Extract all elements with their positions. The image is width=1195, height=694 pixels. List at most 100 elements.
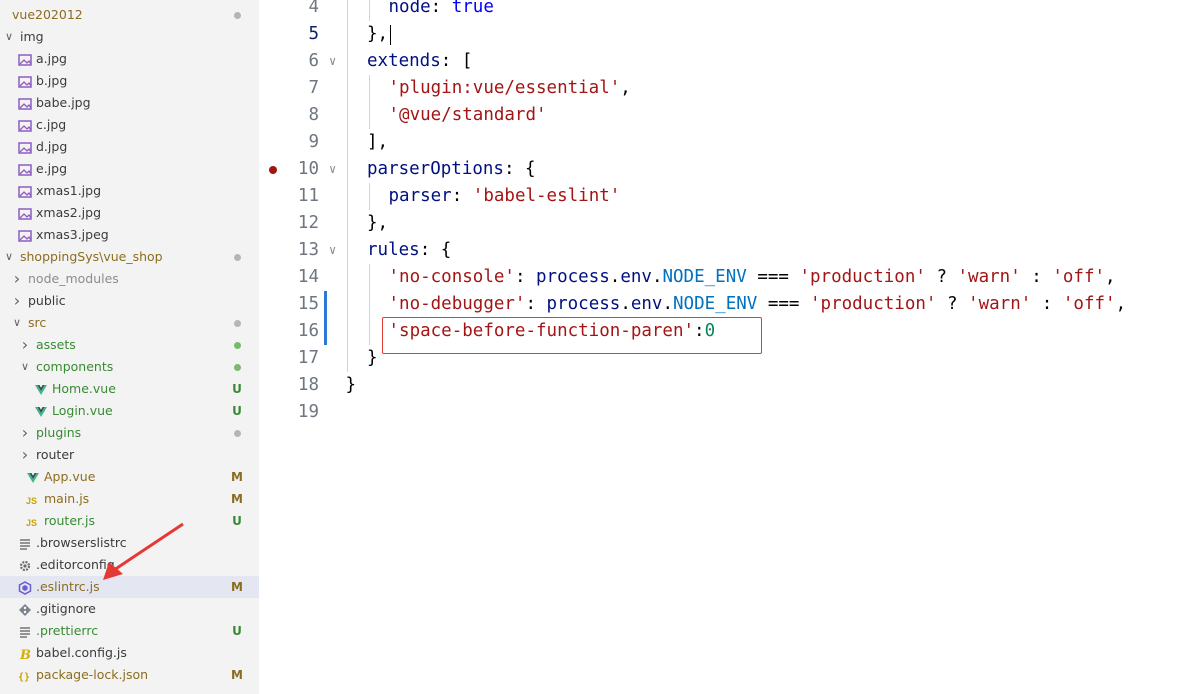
code-line[interactable]: 4 node: true xyxy=(259,0,1195,21)
explorer-item[interactable]: a.jpg xyxy=(0,48,259,70)
code-line[interactable]: 8 '@vue/standard' xyxy=(259,102,1195,129)
svg-text:{}: {} xyxy=(18,672,30,683)
string-token: 'warn' xyxy=(957,267,1021,287)
code-text: } xyxy=(346,372,357,399)
code-line[interactable]: 13 ∨ rules: { xyxy=(259,237,1195,264)
indent-guide xyxy=(347,0,348,21)
code-line[interactable]: 7 'plugin:vue/essential', xyxy=(259,75,1195,102)
line-number: 13 xyxy=(297,240,319,260)
git-status-badge: M xyxy=(231,580,243,594)
explorer-item[interactable]: c.jpg xyxy=(0,114,259,136)
indent-guide xyxy=(368,183,370,210)
explorer-item[interactable]: .prettierrc U xyxy=(0,620,259,642)
code-line[interactable]: 6 ∨ extends: [ xyxy=(259,48,1195,75)
chevron-right-icon[interactable]: › xyxy=(20,334,30,356)
punctuation-token: , xyxy=(620,78,631,98)
explorer-item[interactable]: xmas3.jpeg xyxy=(0,224,259,246)
code-line[interactable]: 15'no-debugger': process.env.NODE_ENV ==… xyxy=(259,291,1195,318)
code-line[interactable]: 18} xyxy=(259,372,1195,399)
modified-line-marker xyxy=(324,291,327,318)
explorer-item[interactable]: .gitignore xyxy=(0,598,259,620)
chevron-down-icon[interactable]: ∨ xyxy=(4,246,14,268)
punctuation-token: : xyxy=(451,186,473,206)
explorer-item[interactable]: xmas2.jpg xyxy=(0,202,259,224)
explorer-item-label: vue202012 xyxy=(12,7,83,22)
string-token: 'production' xyxy=(799,267,926,287)
code-line[interactable]: 5}, xyxy=(259,21,1195,48)
punctuation-token: : { xyxy=(503,159,536,179)
chevron-down-icon[interactable]: ∨ xyxy=(12,312,22,334)
explorer-item-label: src xyxy=(28,315,47,330)
breakpoint-icon[interactable] xyxy=(269,166,277,174)
text-cursor xyxy=(390,25,391,45)
punctuation-token: : xyxy=(430,0,452,17)
line-number: 16 xyxy=(297,321,319,341)
explorer-item[interactable]: xmas1.jpg xyxy=(0,180,259,202)
code-line[interactable]: 10 ∨ parserOptions: { xyxy=(259,156,1195,183)
chevron-right-icon[interactable]: › xyxy=(12,268,22,290)
explorer-item[interactable]: ∨ components xyxy=(0,356,259,378)
vue-file-icon xyxy=(34,382,48,396)
code-line[interactable]: 19 xyxy=(259,399,1195,426)
explorer-item[interactable]: ∨ shoppingSys\vue_shop xyxy=(0,246,259,268)
code-text: node: true xyxy=(389,0,494,21)
explorer-item[interactable]: › assets xyxy=(0,334,259,356)
explorer-item-label: App.vue xyxy=(44,469,96,484)
svg-text:JS: JS xyxy=(26,496,37,506)
chevron-down-icon[interactable]: ∨ xyxy=(4,26,14,48)
explorer-item[interactable]: › public xyxy=(0,290,259,312)
explorer-item[interactable]: › router xyxy=(0,444,259,466)
explorer-item-label: shoppingSys\vue_shop xyxy=(20,249,163,264)
explorer-item[interactable]: b.jpg xyxy=(0,70,259,92)
git-status-badge: M xyxy=(231,470,243,484)
fold-chevron-icon[interactable]: ∨ xyxy=(329,156,336,183)
indent-guide xyxy=(347,183,348,210)
explorer-item[interactable]: {} package-lock.json M xyxy=(0,664,259,686)
chevron-down-icon[interactable]: ∨ xyxy=(20,356,30,378)
explorer-item[interactable]: Bbabel.config.js xyxy=(0,642,259,664)
git-icon xyxy=(18,602,32,616)
status-dot xyxy=(234,342,241,349)
punctuation-token: : xyxy=(525,294,547,314)
svg-text:JS: JS xyxy=(26,518,37,528)
babel-icon: B xyxy=(18,646,32,663)
explorer-item[interactable]: e.jpg xyxy=(0,158,259,180)
code-line[interactable]: 11 parser: 'babel-eslint' xyxy=(259,183,1195,210)
explorer-item[interactable]: › plugins xyxy=(0,422,259,444)
code-editor[interactable]: 4 node: true 5}, 6 ∨ extends: [7'plugin:vue/e… xyxy=(259,0,1195,694)
line-number: 10 xyxy=(297,159,319,179)
status-dot xyxy=(234,364,241,371)
fold-chevron-icon[interactable]: ∨ xyxy=(329,48,336,75)
status-dot xyxy=(234,12,241,19)
explorer-item[interactable]: App.vue M xyxy=(0,466,259,488)
fold-chevron-icon[interactable]: ∨ xyxy=(329,237,336,264)
line-number: 6 xyxy=(308,51,319,71)
indent-guide xyxy=(347,102,348,129)
explorer-item[interactable]: d.jpg xyxy=(0,136,259,158)
line-number: 4 xyxy=(308,0,319,17)
git-status-badge: M xyxy=(231,668,243,682)
code-line[interactable]: 9], xyxy=(259,129,1195,156)
code-text: 'no-console': process.env.NODE_ENV === '… xyxy=(389,264,1116,291)
image-file-icon xyxy=(18,206,32,220)
explorer-item[interactable]: JS main.js M xyxy=(0,488,259,510)
chevron-right-icon[interactable]: › xyxy=(20,444,30,466)
status-dot xyxy=(234,430,241,437)
explorer-item[interactable]: ∨ src xyxy=(0,312,259,334)
explorer-item[interactable]: Login.vue U xyxy=(0,400,259,422)
chevron-right-icon[interactable]: › xyxy=(20,422,30,444)
indent-guide xyxy=(368,75,370,102)
explorer-item[interactable]: babe.jpg xyxy=(0,92,259,114)
explorer-item[interactable]: vue202012 xyxy=(0,4,259,26)
punctuation-token: : [ xyxy=(440,51,473,71)
explorer-item-label: d.jpg xyxy=(36,139,68,154)
explorer-item[interactable]: Home.vue U xyxy=(0,378,259,400)
string-token: 'plugin:vue/essential' xyxy=(388,78,621,98)
code-text: '@vue/standard' xyxy=(389,102,547,129)
code-line[interactable]: 14'no-console': process.env.NODE_ENV ===… xyxy=(259,264,1195,291)
explorer-item[interactable]: ∨ img xyxy=(0,26,259,48)
chevron-right-icon[interactable]: › xyxy=(12,290,22,312)
code-line[interactable]: 12}, xyxy=(259,210,1195,237)
line-number: 12 xyxy=(297,213,319,233)
explorer-item[interactable]: › node_modules xyxy=(0,268,259,290)
